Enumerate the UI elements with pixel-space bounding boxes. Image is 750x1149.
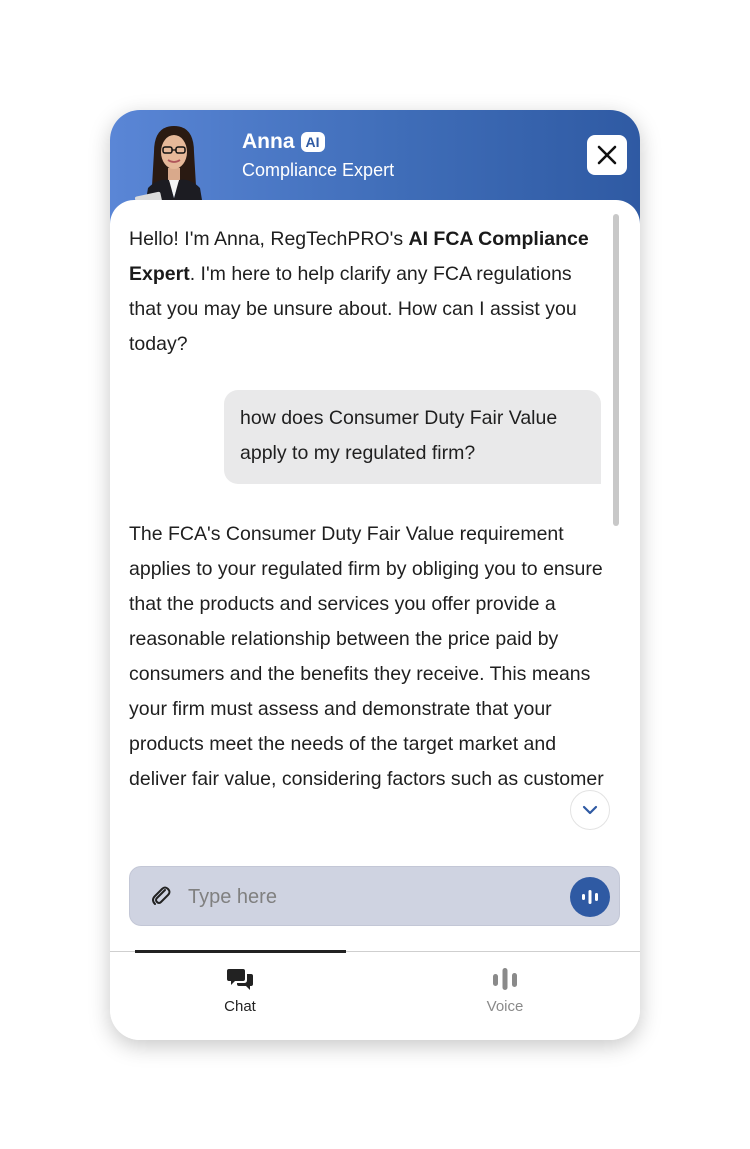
tab-chat-label: Chat	[224, 998, 256, 1015]
chat-panel: Hello! I'm Anna, RegTechPRO's AI FCA Com…	[110, 200, 640, 1040]
message-input[interactable]	[188, 877, 558, 917]
close-icon	[597, 145, 617, 165]
scroll-down-button[interactable]	[570, 790, 610, 830]
voice-input-button[interactable]	[570, 877, 610, 917]
greeting-text-end: . I'm here to help clarify any FCA regul…	[129, 263, 577, 355]
chevron-down-icon	[582, 805, 598, 815]
tab-bar: Chat Voice	[110, 950, 640, 1040]
agent-portrait-icon	[134, 126, 204, 212]
voice-bars-icon	[493, 968, 517, 990]
active-tab-indicator	[135, 950, 346, 953]
message-list[interactable]: Hello! I'm Anna, RegTechPRO's AI FCA Com…	[110, 200, 640, 850]
ai-badge: AI	[300, 132, 325, 152]
chat-widget: Anna AI Compliance Expert Hello! I'm Ann…	[110, 110, 640, 1040]
user-message: how does Consumer Duty Fair Value apply …	[224, 390, 601, 484]
tab-voice[interactable]: Voice	[430, 966, 580, 1015]
greeting-text-start: Hello! I'm Anna, RegTechPRO's	[129, 228, 409, 250]
tab-voice-label: Voice	[486, 998, 524, 1015]
chat-bubbles-icon	[227, 969, 253, 990]
close-button[interactable]	[587, 135, 627, 175]
paperclip-icon	[152, 886, 171, 905]
agent-role: Compliance Expert	[242, 160, 395, 180]
attach-button[interactable]	[148, 883, 174, 909]
agent-name: Anna	[242, 130, 295, 153]
bot-greeting-message: Hello! I'm Anna, RegTechPRO's AI FCA Com…	[129, 222, 604, 362]
scrollbar-thumb[interactable]	[613, 214, 619, 526]
message-composer	[129, 866, 620, 926]
avatar	[124, 122, 224, 212]
scrollbar[interactable]	[613, 214, 619, 814]
tab-chat[interactable]: Chat	[165, 966, 315, 1015]
bot-answer-message: The FCA's Consumer Duty Fair Value requi…	[129, 523, 604, 790]
agent-name-line: Anna AI	[242, 130, 325, 154]
voice-bars-icon	[582, 890, 598, 904]
